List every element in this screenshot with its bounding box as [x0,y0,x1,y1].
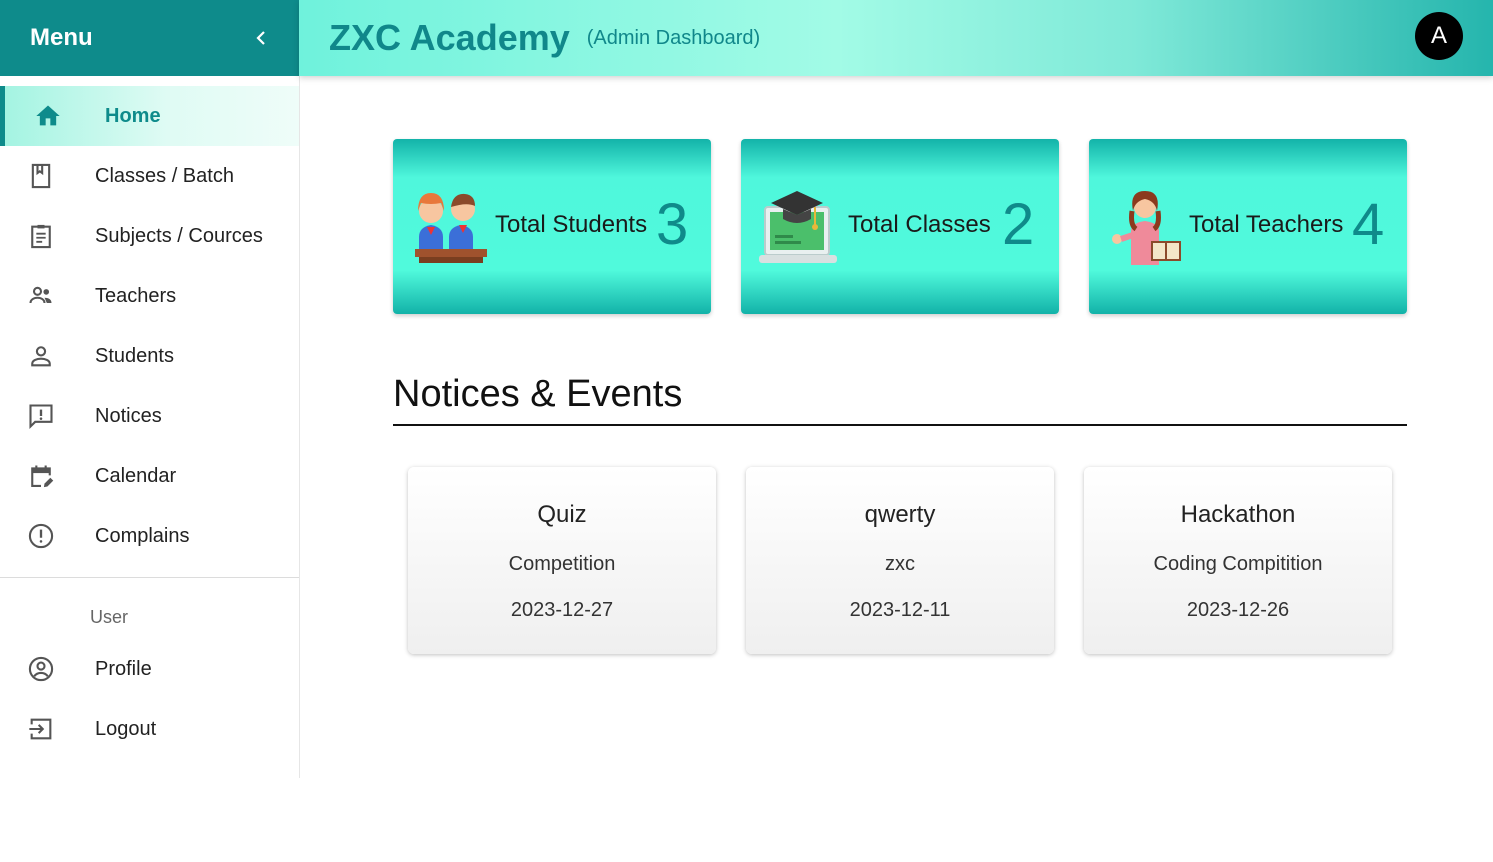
calendar-edit-icon [26,461,56,491]
sidebar-item-label: Calendar [95,464,177,487]
sidebar-item-label: Complains [95,524,190,547]
sidebar-item-calendar[interactable]: Calendar [0,446,299,506]
sidebar-item-students[interactable]: Students [0,326,299,386]
sidebar-item-teachers[interactable]: Teachers [0,266,299,326]
person-icon [26,341,56,371]
clipboard-icon [26,221,56,251]
app-subtitle: (Admin Dashboard) [586,26,761,49]
section-divider [393,424,1407,426]
sidebar-item-label: Teachers [95,284,177,307]
stat-card-students: Total Students 3 [393,139,711,314]
notice-date: 2023-12-11 [849,599,951,621]
notice-description: Competition [508,553,616,575]
app-title: ZXC Academy [329,17,570,58]
sidebar-item-label: Logout [95,717,157,740]
sidebar-item-label: Profile [95,657,152,680]
menu-title: Menu [30,24,93,51]
avatar[interactable]: A [1415,12,1463,60]
stat-card-teachers: Total Teachers 4 [1089,139,1407,314]
sidebar-item-classes[interactable]: Classes / Batch [0,146,299,206]
sidebar-item-home[interactable]: Home [0,86,299,146]
stat-card-classes: Total Classes 2 [741,139,1059,314]
notices-section-title: Notices & Events [393,373,683,415]
notice-card[interactable]: Quiz Competition 2023-12-27 [408,467,716,654]
stat-label: Total Classes [848,211,991,238]
sidebar: Menu Home Classes / Batch Subjects / Cou… [0,0,300,778]
error-outline-icon [26,521,56,551]
menu-header: Menu [0,0,299,76]
sidebar-item-label: Home [105,104,161,127]
sidebar-user-nav: Profile Logout [0,639,299,759]
sidebar-item-subjects[interactable]: Subjects / Cources [0,206,299,266]
announcement-icon [26,401,56,431]
notice-card[interactable]: qwerty zxc 2023-12-11 [746,467,1054,654]
stat-label: Total Teachers [1189,211,1344,238]
notice-card[interactable]: Hackathon Coding Compitition 2023-12-26 [1084,467,1392,654]
sidebar-item-logout[interactable]: Logout [0,699,299,759]
home-icon [33,101,63,131]
sidebar-item-label: Classes / Batch [95,164,234,187]
sidebar-nav: Home Classes / Batch Subjects / Cources … [0,76,299,566]
sidebar-item-profile[interactable]: Profile [0,639,299,699]
sidebar-item-complains[interactable]: Complains [0,506,299,566]
sidebar-item-label: Notices [95,404,162,427]
sidebar-item-label: Subjects / Cources [95,224,263,247]
graduation-laptop-illustration [759,191,837,263]
sidebar-item-notices[interactable]: Notices [0,386,299,446]
stat-value: 2 [1002,192,1035,257]
notice-title: Quiz [537,501,587,528]
sidebar-item-label: Students [95,344,174,367]
notice-description: Coding Compitition [1153,553,1323,575]
account-circle-icon [26,654,56,684]
students-illustration [415,193,487,263]
bookmark-icon [26,161,56,191]
people-icon [26,281,56,311]
chevron-left-icon[interactable] [249,26,273,50]
app-header: ZXC Academy (Admin Dashboard) A [299,0,1493,76]
notice-description: zxc [885,553,915,575]
notice-title: Hackathon [1180,501,1296,528]
stat-value: 4 [1352,192,1385,257]
notice-title: qwerty [864,501,936,528]
logout-icon [26,714,56,744]
notice-date: 2023-12-27 [510,599,614,621]
stat-label: Total Students [495,211,648,238]
notice-date: 2023-12-26 [1186,599,1290,621]
teacher-illustration [1112,191,1181,265]
stat-value: 3 [656,192,689,257]
